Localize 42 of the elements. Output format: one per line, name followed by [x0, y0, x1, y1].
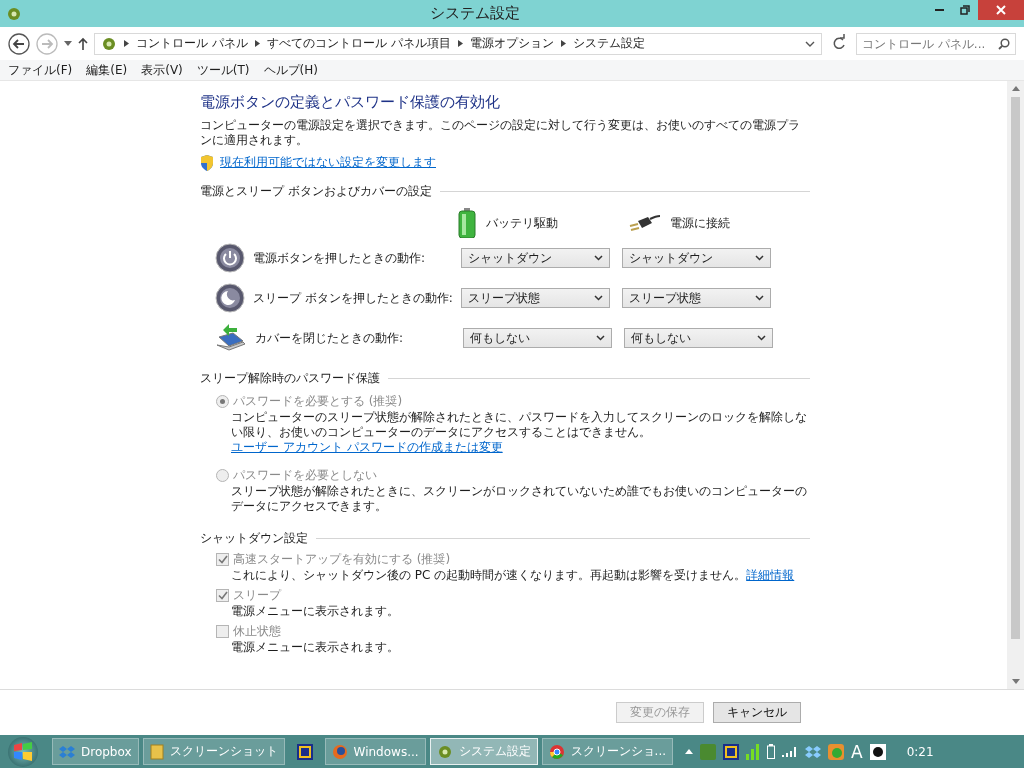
- dropdown[interactable]: 何もしない: [624, 328, 773, 348]
- option-description: これにより、シャットダウン後の PC の起動時間が速くなります。再起動は影響を受けません。詳細情報: [230, 568, 796, 583]
- option-label: 休止状態: [233, 623, 281, 640]
- breadcrumb-item[interactable]: すべてのコントロール パネル項目: [266, 35, 451, 52]
- dialog-button[interactable]: キャンセル: [713, 702, 801, 723]
- option-description: スリープ状態が解除されたときに、スクリーンがロックされていないため誰でもお使いのコンピューターのデータにアクセスできます。: [230, 484, 808, 514]
- section-title: シャットダウン設定: [200, 530, 308, 547]
- ime-indicator[interactable]: A: [851, 741, 863, 762]
- page-heading: 電源ボタンの定義とパスワード保護の有効化: [200, 93, 501, 112]
- option-label: 高速スタートアップを有効にする (推奨): [233, 551, 451, 568]
- column-label: 電源に接続: [670, 214, 730, 232]
- setting-label: 電源ボタンを押したときの動作:: [253, 249, 427, 267]
- menu-item[interactable]: ファイル(F): [8, 61, 73, 79]
- setting-label: カバーを閉じたときの動作:: [255, 329, 405, 347]
- menu-item[interactable]: 編集(E): [86, 61, 128, 79]
- admin-settings-link[interactable]: 現在利用可能ではない設定を変更します: [220, 154, 436, 171]
- dropdown[interactable]: シャットダウン: [622, 248, 771, 268]
- dropdown[interactable]: スリープ状態: [622, 288, 771, 308]
- menu-item[interactable]: 表示(V): [141, 61, 183, 79]
- section-title: スリープ解除時のパスワード保護: [200, 370, 380, 387]
- search-field[interactable]: コントロール パネル...: [856, 32, 1016, 55]
- option-label: パスワードを必要としない: [233, 467, 377, 484]
- menu-item[interactable]: ツール(T): [196, 61, 250, 79]
- option-description: 電源メニューに表示されます。: [230, 604, 400, 619]
- window-title: システム設定: [429, 4, 520, 23]
- dropdown[interactable]: スリープ状態: [461, 288, 610, 308]
- menu-item[interactable]: ヘルプ(H): [263, 61, 318, 79]
- column-label: バッテリ駆動: [486, 214, 558, 232]
- dropdown[interactable]: シャットダウン: [461, 248, 610, 268]
- breadcrumb-item[interactable]: 電源オプション: [469, 35, 554, 52]
- option-description: コンピューターのスリープ状態が解除されたときに、パスワードを入力してスクリーンのロックを解除しない限り、お使いのコンピューターのデータにアクセスすることはできません。 ユーザー アカウント パスワードの作成または変更: [230, 410, 808, 455]
- address-bar[interactable]: コントロール パネル すべてのコントロール パネル項目 電源オプション システム設定: [94, 32, 822, 55]
- setting-label: スリープ ボタンを押したときの動作:: [253, 289, 454, 307]
- section-title: 電源とスリープ ボタンおよびカバーの設定: [200, 183, 432, 200]
- dropdown[interactable]: 何もしない: [463, 328, 612, 348]
- breadcrumb-item[interactable]: システム設定: [572, 35, 645, 52]
- page-description: コンピューターの電源設定を選択できます。このページの設定に対して行う変更は、お使いのすべての電源プランに適用されます。: [200, 118, 801, 148]
- breadcrumb-item[interactable]: コントロール パネル: [136, 35, 248, 52]
- option-label: スリープ: [233, 587, 281, 604]
- option-description: 電源メニューに表示されます。: [230, 640, 400, 655]
- clock[interactable]: 0:21: [906, 744, 934, 759]
- option-label: パスワードを必要とする (推奨): [233, 393, 403, 410]
